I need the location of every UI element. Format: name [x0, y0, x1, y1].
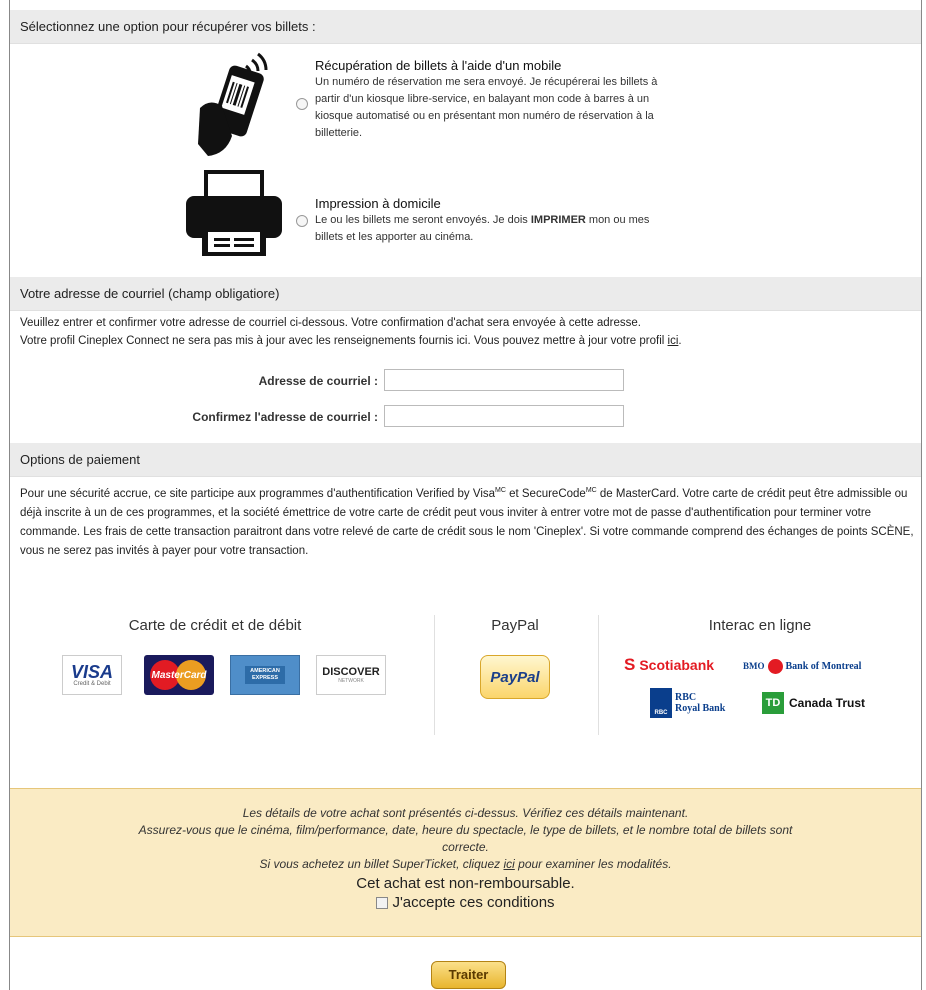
amex-logo-text: AMERICAN EXPRESS	[245, 666, 285, 684]
mobile-phone-icon	[190, 48, 280, 158]
terms-line-3: correcte.	[442, 840, 489, 854]
update-profile-link[interactable]: ici	[668, 335, 679, 347]
rbc-text-1: RBC	[675, 692, 697, 703]
payment-info-text: Pour une sécurité accrue, ce site partic…	[10, 481, 915, 561]
email-intro: Veuillez entrer et confirmer votre adres…	[10, 314, 921, 350]
discover-logo-sub: NETWORK	[338, 678, 364, 684]
amex-card-logo[interactable]: AMERICAN EXPRESS	[230, 655, 300, 695]
discover-logo-text: DISCOVER	[322, 666, 380, 678]
submit-button[interactable]: Traiter	[431, 961, 506, 989]
payment-divider-1	[434, 615, 435, 735]
paypal-logo[interactable]: PayPal	[480, 655, 550, 699]
print-option-desc-1: Le ou les billets me seront envoyés. Je …	[315, 212, 785, 229]
accept-terms-row: J'accepte ces conditions	[10, 894, 921, 911]
bmo-roundel-icon	[767, 658, 783, 674]
td-text: Canada Trust	[789, 696, 866, 710]
rbc-logo[interactable]: RBC RBC Royal Bank	[650, 686, 725, 720]
email-label: Adresse de courriel :	[258, 374, 378, 388]
print-option-desc-post: mon ou mes	[585, 214, 650, 226]
print-option-desc-pre: Le ou les billets me seront envoyés. Je …	[315, 214, 531, 226]
securecode-mc-sup: MC	[585, 487, 597, 494]
mastercard-logo[interactable]: MasterCard	[144, 655, 214, 695]
terms-line-2: Assurez-vous que le cinéma, film/perform…	[138, 823, 793, 837]
mobile-option-desc-1: Un numéro de réservation me sera envoyé.…	[315, 76, 658, 88]
payment-text-b: et SecureCode	[505, 487, 586, 500]
rbc-shield-icon: RBC	[650, 688, 672, 718]
payment-section-header: Options de paiement	[10, 443, 921, 477]
printer-icon	[180, 170, 290, 258]
email-intro-line-1: Veuillez entrer et confirmer votre adres…	[20, 317, 641, 329]
payment-divider-2	[598, 615, 599, 735]
confirm-email-label: Confirmez l'adresse de courriel :	[192, 410, 378, 424]
email-intro-line-2-end: .	[678, 335, 682, 347]
visa-card-logo[interactable]: VISA Credit & Debit	[62, 655, 122, 695]
mobile-option-desc-2: partir d'un kiosque libre-service, en ba…	[315, 93, 650, 105]
visa-mc-sup: MC	[495, 487, 506, 494]
cards-column-title: Carte de crédit et de débit	[128, 617, 302, 634]
td-icon: TD	[762, 692, 784, 714]
terms-box: Les détails de votre achat sont présenté…	[10, 788, 921, 937]
scotiabank-icon: S	[624, 655, 636, 674]
bmo-short-text: BMO	[743, 661, 765, 671]
paypal-logo-text: PayPal	[490, 668, 540, 686]
non-refundable-notice: Cet achat est non-remboursable.	[356, 875, 575, 892]
bmo-long-text: Bank of Montreal	[785, 660, 862, 672]
discover-card-logo[interactable]: DISCOVER NETWORK	[316, 655, 386, 695]
rbc-shield-text: RBC	[654, 710, 668, 716]
td-logo[interactable]: TD Canada Trust	[762, 692, 865, 714]
email-field[interactable]	[384, 369, 624, 391]
print-option-radio[interactable]	[296, 215, 308, 227]
retrieve-section-header: Sélectionnez une option pour récupérer v…	[10, 10, 921, 44]
print-option-title: Impression à domicile	[315, 196, 441, 211]
print-option-desc-bold: IMPRIMER	[530, 214, 586, 226]
confirm-email-field[interactable]	[384, 405, 624, 427]
visa-logo-sub: Credit & Debit	[73, 681, 111, 687]
visa-logo-text: VISA	[70, 662, 113, 682]
email-intro-line-2: Votre profil Cineplex Connect ne sera pa…	[10, 332, 921, 350]
mobile-option-radio[interactable]	[296, 98, 308, 110]
mastercard-logo-text: MasterCard	[151, 669, 207, 681]
paypal-column-title: PayPal	[491, 617, 539, 634]
accept-terms-checkbox[interactable]	[376, 896, 389, 909]
mobile-option: Récupération de billets à l'aide d'un mo…	[315, 58, 785, 142]
bmo-logo[interactable]: BMO Bank of Montreal	[743, 658, 861, 674]
mobile-option-title: Récupération de billets à l'aide d'un mo…	[315, 58, 562, 73]
td-icon-text: TD	[765, 697, 781, 709]
terms-line-4: Si vous achetez un billet SuperTicket, c…	[10, 856, 921, 873]
email-section-header: Votre adresse de courriel (champ obligat…	[10, 277, 921, 311]
terms-line-4-post: pour examiner les modalités.	[514, 857, 672, 871]
email-intro-line-2-text: Votre profil Cineplex Connect ne sera pa…	[20, 335, 668, 347]
terms-line-1: Les détails de votre achat sont présenté…	[242, 806, 689, 820]
print-option: Impression à domicile Le ou les billets …	[315, 196, 785, 246]
mobile-option-desc-4: billetterie.	[315, 127, 363, 139]
superticket-terms-link[interactable]: ici	[503, 857, 514, 871]
mobile-option-desc-3: kiosque automatisé ou en présentant mon …	[315, 110, 654, 122]
scotiabank-logo[interactable]: S Scotiabank	[624, 656, 714, 674]
print-option-desc-2: billets et les apporter au cinéma.	[315, 231, 474, 243]
interac-column-title: Interac en ligne	[708, 617, 812, 634]
terms-line-4-pre: Si vous achetez un billet SuperTicket, c…	[259, 857, 504, 871]
scotiabank-text: Scotiabank	[639, 657, 715, 673]
rbc-text-block: RBC Royal Bank	[675, 692, 725, 714]
checkout-panel: Sélectionnez une option pour récupérer v…	[9, 0, 922, 990]
payment-text-a: Pour une sécurité accrue, ce site partic…	[20, 487, 496, 500]
accept-terms-label[interactable]: J'accepte ces conditions	[392, 894, 554, 911]
rbc-text-2: Royal Bank	[675, 703, 726, 714]
